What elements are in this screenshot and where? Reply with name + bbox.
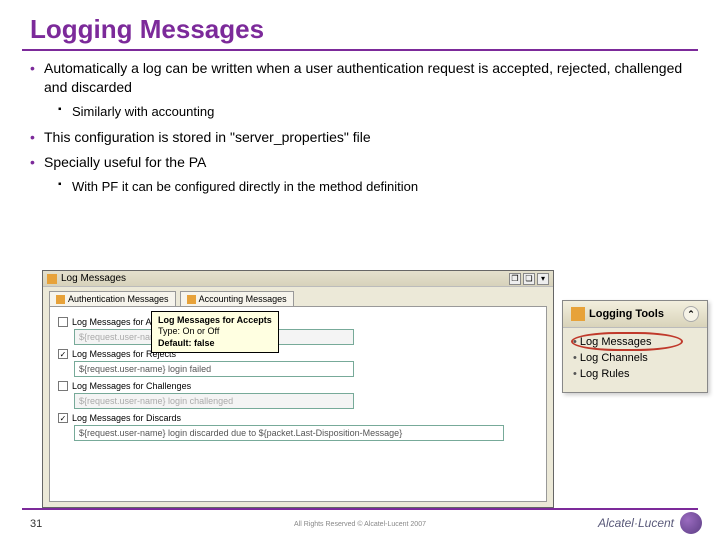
field-challenges[interactable]: ${request.user-name} login challenged [74,393,354,409]
chevron-up-icon[interactable]: ⌃ [683,306,699,322]
brand-area: Alcatel·Lucent [598,512,702,534]
row-rejects: ✓ Log Messages for Rejects [58,349,538,359]
slide-title: Logging Messages [0,0,720,49]
label-discards: Log Messages for Discards [72,413,181,423]
bullet-accounting: Similarly with accounting [58,103,690,121]
field-discards[interactable]: ${request.user-name} login discarded due… [74,425,504,441]
palette-header[interactable]: Logging Tools ⌃ [563,301,707,328]
brand-logo-icon [680,512,702,534]
tab-authentication[interactable]: Authentication Messages [49,291,176,306]
tab-acct-icon [187,295,196,304]
bullet-auto-log: Automatically a log can be written when … [30,59,690,97]
palette-item-log-rules[interactable]: Log Rules [573,366,697,382]
palette-body: Log Messages Log Channels Log Rules [563,328,707,392]
palette-title: Logging Tools [589,308,664,320]
checkbox-discards[interactable]: ✓ [58,413,68,423]
palette-item-log-channels[interactable]: Log Channels [573,350,697,366]
brand-text: Alcatel·Lucent [598,516,674,530]
tooltip-default: Default: false [158,338,215,348]
title-underline [22,49,698,51]
field-rejects[interactable]: ${request.user-name} login failed [74,361,354,377]
checkbox-accepts[interactable] [58,317,68,327]
row-accepts: Log Messages for Accepts [58,317,538,327]
tab-acct-label: Accounting Messages [199,294,287,304]
bullet-useful-pa: Specially useful for the PA [30,153,690,172]
palette-item-label: Log Rules [580,368,630,380]
palette-icon [571,307,585,321]
tab-accounting[interactable]: Accounting Messages [180,291,294,306]
bullet-server-properties: This configuration is stored in "server_… [30,128,690,147]
tooltip-type: Type: On or Off [158,326,219,336]
footer-divider [22,508,698,510]
row-challenges: Log Messages for Challenges [58,381,538,391]
label-challenges: Log Messages for Challenges [72,381,191,391]
tooltip-accepts: Log Messages for Accepts Type: On or Off… [151,311,279,353]
tooltip-heading: Log Messages for Accepts [158,315,272,325]
panel-body: Log Messages for Accepts ${request.user-… [49,306,547,502]
tab-auth-label: Authentication Messages [68,294,169,304]
row-discards: ✓ Log Messages for Discards [58,413,538,423]
bullet-pf-config: With PF it can be configured directly in… [58,178,690,196]
palette-item-log-messages[interactable]: Log Messages [573,334,697,350]
palette-item-label: Log Messages [580,336,652,348]
tab-auth-icon [56,295,65,304]
palette-item-label: Log Channels [580,352,648,364]
content-area: Automatically a log can be written when … [0,59,720,196]
window-maximize-icon[interactable]: ❐ [509,273,521,285]
checkbox-challenges[interactable] [58,381,68,391]
log-messages-window: Log Messages ❐ ❏ ▾ Authentication Messag… [42,270,554,508]
window-minimize-icon[interactable]: ▾ [537,273,549,285]
window-icon [47,274,57,284]
window-title: Log Messages [61,273,126,284]
checkbox-rejects[interactable]: ✓ [58,349,68,359]
window-titlebar: Log Messages ❐ ❏ ▾ [43,271,553,287]
window-restore-icon[interactable]: ❏ [523,273,535,285]
tab-strip: Authentication Messages Accounting Messa… [43,287,553,306]
logging-tools-palette: Logging Tools ⌃ Log Messages Log Channel… [562,300,708,393]
